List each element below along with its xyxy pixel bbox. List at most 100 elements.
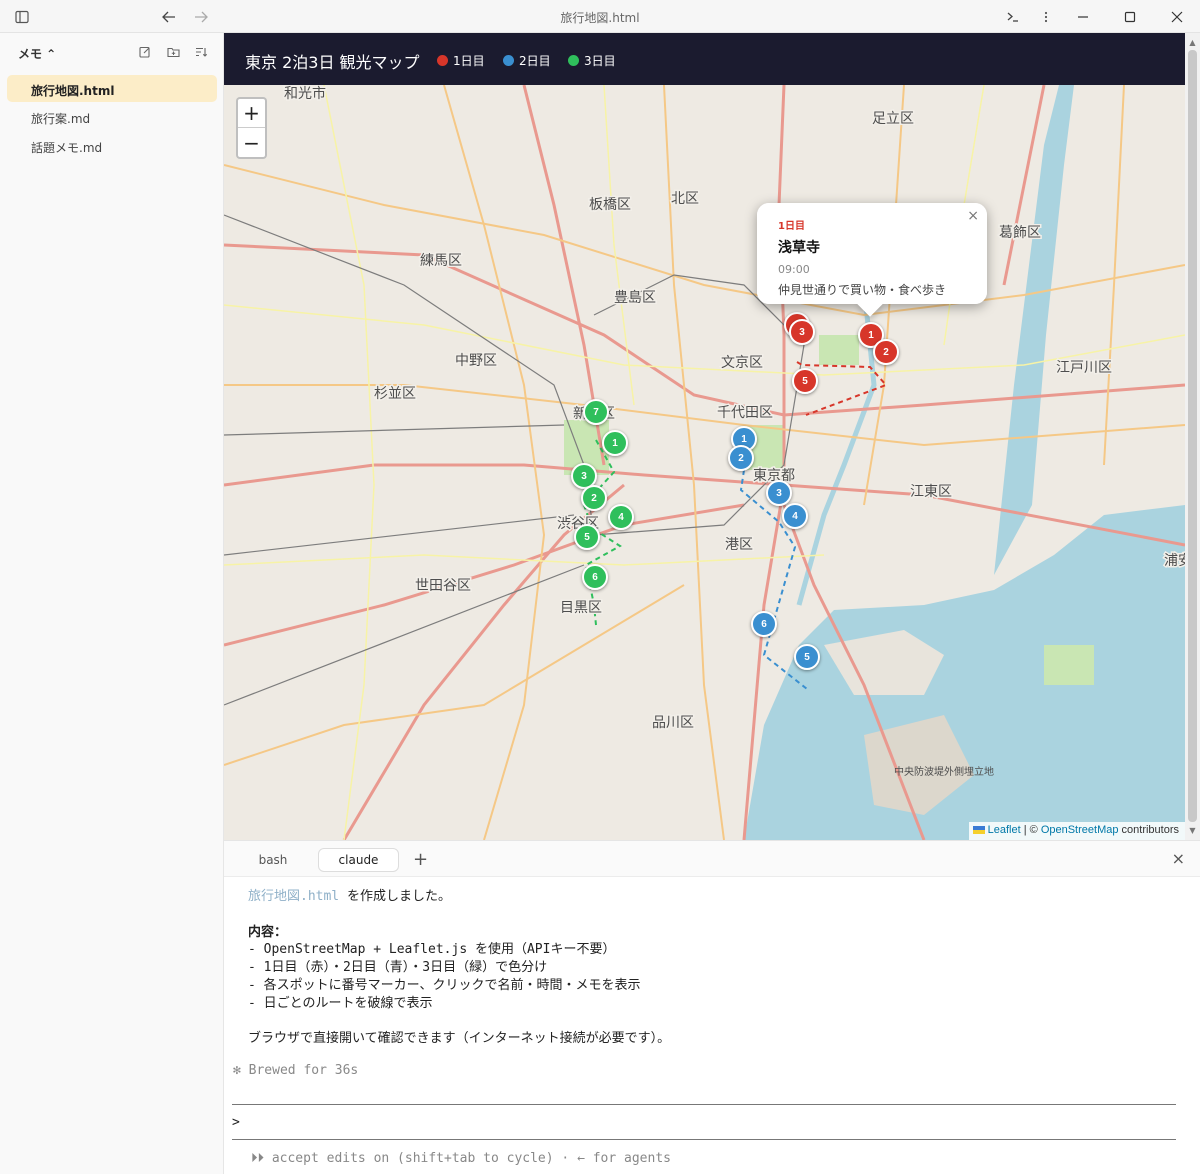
output-line: 旅行地図.html を作成しました。: [248, 885, 451, 904]
zoom-control: + −: [236, 97, 267, 159]
marker-day2-4[interactable]: 4: [782, 503, 808, 529]
legend-label: 3日目: [584, 54, 616, 68]
input-divider-top: [232, 1104, 1176, 1105]
map-label: 品川区: [652, 715, 694, 731]
osm-link[interactable]: OpenStreetMap: [1041, 824, 1119, 836]
map-label: 文京区: [721, 355, 763, 371]
map-label: 浦安: [1164, 553, 1185, 569]
map-label: 港区: [725, 537, 753, 553]
marker-day2-2[interactable]: 2: [728, 445, 754, 471]
scroll-down-icon[interactable]: ▼: [1185, 823, 1200, 838]
legend-label: 1日目: [453, 54, 485, 68]
marker-day3-2[interactable]: 2: [581, 485, 607, 511]
map-label: 和光市: [284, 85, 326, 102]
marker-day2-5[interactable]: 5: [794, 644, 820, 670]
marker-day1-2[interactable]: 2: [873, 339, 899, 365]
vertical-scrollbar[interactable]: ▲ ▼: [1185, 33, 1200, 840]
output-text: を作成しました。: [339, 889, 451, 904]
add-tab-icon[interactable]: +: [413, 849, 428, 870]
legend-day2: 2日目: [503, 52, 551, 69]
file-sidebar: メモ ⌃ 旅行地図.html 旅行案.md 話題メモ.md: [0, 33, 224, 1174]
marker-day3-6[interactable]: 6: [582, 564, 608, 590]
marker-popup: 1日目 浅草寺 09:00 仲見世通りで買い物・食べ歩き ×: [757, 203, 987, 304]
brewed-status: ✻ Brewed for 36s: [233, 1063, 359, 1078]
map-tiles[interactable]: 和光市 足立区 板橋区 北区 葛飾区 練馬区 豊島区 中野区 文京区 江戸川区 …: [224, 85, 1185, 840]
marker-day3-4[interactable]: 4: [608, 504, 634, 530]
marker-day1-5[interactable]: 5: [792, 368, 818, 394]
legend-day1: 1日目: [437, 52, 485, 69]
ukraine-flag-icon: [972, 826, 985, 835]
sort-icon[interactable]: [193, 44, 209, 60]
sidebar-header: メモ ⌃: [0, 33, 224, 71]
popup-content: 1日目 浅草寺 09:00 仲見世通りで買い物・食べ歩き: [757, 203, 987, 304]
scroll-thumb[interactable]: [1188, 50, 1197, 822]
legend-dot-green: [568, 55, 579, 66]
title-bar: 旅行地図.html: [0, 0, 1200, 33]
created-file-link[interactable]: 旅行地図.html: [248, 889, 339, 904]
sidebar-title[interactable]: メモ ⌃: [18, 45, 56, 62]
leaflet-link[interactable]: Leaflet: [988, 824, 1021, 836]
map-label: 北区: [671, 191, 699, 207]
file-item-topic-memo[interactable]: 話題メモ.md: [7, 132, 217, 159]
input-divider-bottom: [232, 1139, 1176, 1140]
map-label: 目黒区: [560, 600, 602, 616]
scroll-up-icon[interactable]: ▲: [1185, 35, 1200, 50]
map-label: 足立区: [872, 111, 914, 127]
terminal-tabbar: bash claude + ×: [224, 840, 1200, 877]
tab-claude[interactable]: claude: [318, 848, 399, 872]
popup-close-icon[interactable]: ×: [967, 208, 979, 224]
terminal-icon[interactable]: [1002, 6, 1024, 28]
output-line: - OpenStreetMap + Leaflet.js を使用（APIキー不要…: [248, 942, 616, 957]
map-label: 豊島区: [614, 290, 656, 306]
attribution-separator: | ©: [1020, 824, 1041, 836]
more-icon[interactable]: [1035, 6, 1057, 28]
marker-day3-1[interactable]: 1: [602, 430, 628, 456]
map-label: 杉並区: [374, 386, 416, 402]
mode-footer: ⏵⏵ accept edits on (shift+tab to cycle) …: [251, 1151, 671, 1166]
maximize-icon[interactable]: [1119, 6, 1141, 28]
output-line: - 各スポットに番号マーカー、クリックで名前・時間・メモを表示: [248, 978, 641, 993]
terminal-output[interactable]: 旅行地図.html を作成しました。 内容： - OpenStreetMap +…: [224, 877, 1200, 1174]
popup-time: 09:00: [778, 263, 810, 276]
popup-place-name: 浅草寺: [778, 240, 820, 256]
legend-label: 2日目: [519, 54, 551, 68]
map-title: 東京 2泊3日 観光マップ: [245, 53, 420, 72]
output-line: - 日ごとのルートを破線で表示: [248, 996, 433, 1011]
popup-day: 1日目: [778, 221, 805, 232]
marker-day2-3[interactable]: 3: [766, 480, 792, 506]
attribution-contributors: contributors: [1118, 824, 1179, 836]
zoom-out-button[interactable]: −: [238, 128, 265, 157]
map-label: 葛飾区: [999, 225, 1041, 241]
map-header: 東京 2泊3日 観光マップ 1日目 2日目 3日目: [224, 33, 1185, 85]
marker-day3-7[interactable]: 7: [583, 399, 609, 425]
map-label: 板橋区: [589, 197, 631, 213]
map-label: 中央防波堤外側埋立地: [894, 765, 994, 778]
file-item-travel-map[interactable]: 旅行地図.html: [7, 75, 217, 102]
output-line: - 1日目（赤）・2日目（青）・3日目（緑）で色分け: [248, 960, 548, 975]
terminal-panel: bash claude + × 旅行地図.html を作成しました。 内容： -…: [224, 840, 1200, 1174]
close-panel-icon[interactable]: ×: [1172, 849, 1185, 868]
tab-bash[interactable]: bash: [244, 848, 302, 872]
new-folder-icon[interactable]: [165, 44, 181, 60]
popup-memo: 仲見世通りで買い物・食べ歩き: [778, 283, 947, 297]
map-attribution: Leaflet | © OpenStreetMap contributors: [968, 822, 1185, 840]
map-label: 中野区: [455, 353, 497, 369]
marker-day3-5[interactable]: 5: [574, 524, 600, 550]
map-label: 千代田区: [717, 405, 773, 421]
minimize-icon[interactable]: [1072, 6, 1094, 28]
map-label: 江戸川区: [1056, 360, 1112, 376]
legend-dot-blue: [503, 55, 514, 66]
new-file-icon[interactable]: [137, 44, 153, 60]
marker-day1-3[interactable]: 3: [789, 319, 815, 345]
map-view: 東京 2泊3日 観光マップ 1日目 2日目 3日目 和光市 足立区 板橋区 北区…: [224, 33, 1185, 840]
map-label: 練馬区: [420, 253, 462, 269]
map-label: 世田谷区: [415, 578, 471, 594]
map-label: 江東区: [910, 484, 952, 500]
prompt-input[interactable]: >: [232, 1115, 240, 1130]
zoom-in-button[interactable]: +: [238, 99, 265, 128]
close-icon[interactable]: [1166, 6, 1188, 28]
output-line: ブラウザで直接開いて確認できます（インターネット接続が必要です）。: [248, 1031, 671, 1046]
legend-dot-red: [437, 55, 448, 66]
marker-day2-6[interactable]: 6: [751, 611, 777, 637]
file-item-travel-plan[interactable]: 旅行案.md: [7, 103, 217, 130]
